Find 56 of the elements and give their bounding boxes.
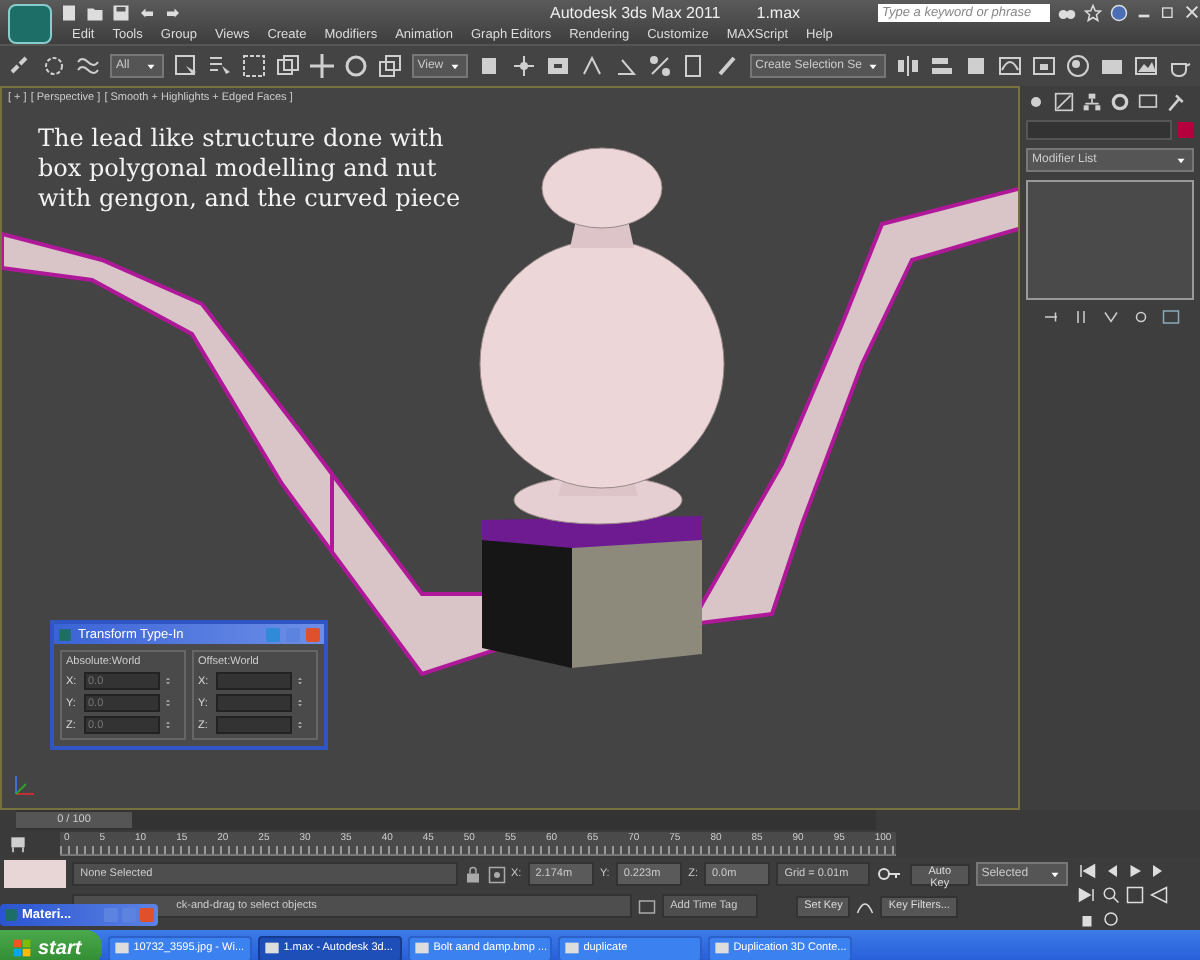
caret-icon — [866, 59, 880, 73]
axis-constraint-icon[interactable] — [511, 54, 536, 78]
wave-icon[interactable] — [76, 54, 100, 78]
go-to-end-icon[interactable] — [1078, 885, 1097, 903]
perspective-viewport[interactable] — [0, 86, 1020, 810]
caret-icon — [447, 59, 462, 73]
close-icon[interactable] — [1184, 4, 1200, 20]
caret-icon — [1174, 153, 1188, 167]
start-button[interactable]: start — [0, 930, 102, 960]
hammer-icon[interactable] — [1166, 92, 1186, 112]
annotation-text: The lead like structure done with box polygonal modelling and nut with gengon, and the curved piece — [38, 124, 463, 214]
star-icon[interactable] — [1084, 3, 1102, 21]
go-to-start-icon[interactable] — [1078, 861, 1097, 879]
window-crossing-icon[interactable] — [275, 54, 300, 78]
window-icon — [563, 940, 580, 956]
save-icon[interactable] — [112, 3, 130, 21]
redo-icon[interactable] — [164, 3, 182, 21]
rotate-icon[interactable] — [343, 54, 368, 78]
app-logo[interactable] — [8, 4, 52, 44]
rectangle-selection-icon[interactable] — [241, 54, 266, 78]
restore-icon[interactable] — [1160, 4, 1176, 20]
app-icon — [58, 627, 72, 641]
undo-icon[interactable] — [138, 3, 156, 21]
lock-icon[interactable] — [463, 865, 481, 883]
hierarchy-icon[interactable] — [1082, 92, 1102, 112]
new-file-icon[interactable] — [60, 3, 78, 21]
zoom-icon[interactable] — [1102, 885, 1121, 903]
move-icon[interactable] — [309, 54, 334, 78]
align-icon[interactable] — [930, 54, 954, 78]
rendered-frame-icon[interactable] — [1134, 54, 1158, 78]
modifier-stack[interactable] — [1026, 180, 1194, 300]
object-name-field[interactable] — [1026, 120, 1172, 140]
set-key-icon[interactable] — [856, 897, 875, 915]
file-name: 1.max — [756, 3, 801, 21]
window-title: Autodesk 3ds Max 2011 — [550, 3, 721, 21]
link-icon[interactable] — [8, 54, 32, 78]
select-object-icon[interactable] — [173, 54, 198, 78]
window-icon — [263, 940, 280, 956]
app-icon — [4, 908, 18, 922]
window-icon — [713, 940, 730, 956]
windows-flag-icon — [12, 938, 32, 958]
caret-icon — [1048, 867, 1063, 881]
window-icon — [413, 940, 430, 956]
select-by-name-icon[interactable] — [207, 54, 232, 78]
key-icon[interactable] — [876, 862, 905, 886]
caret-icon — [143, 59, 158, 73]
modify-icon[interactable] — [1054, 92, 1074, 112]
object-color-swatch[interactable] — [1178, 122, 1194, 138]
axis-tripod-icon — [10, 772, 38, 800]
window-icon — [113, 940, 130, 956]
open-folder-icon[interactable] — [86, 3, 104, 21]
curve-editor-icon[interactable] — [998, 54, 1022, 78]
field-of-view-icon[interactable] — [1150, 885, 1169, 903]
scale-icon[interactable] — [377, 54, 402, 78]
mirror-icon[interactable] — [896, 54, 920, 78]
percent-snap-icon[interactable] — [647, 54, 672, 78]
